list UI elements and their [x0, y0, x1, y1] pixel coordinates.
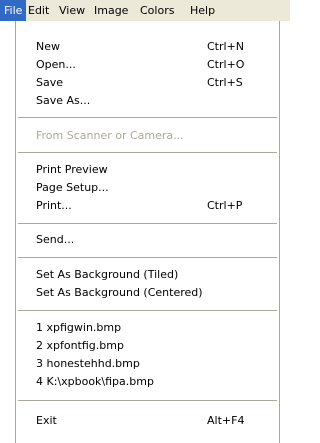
menu-separator [18, 257, 277, 258]
menu-item-label: Exit [36, 414, 57, 427]
menu-colors[interactable]: Colors [136, 0, 178, 21]
menu-item-exit[interactable]: Exit Alt+F4 [16, 412, 279, 430]
menu-separator [18, 152, 277, 153]
menu-separator [18, 400, 277, 401]
menu-item-set-background-centered[interactable]: Set As Background (Centered) [16, 284, 279, 302]
menu-item-label: 2 xpfontfig.bmp [36, 339, 124, 352]
menu-item-shortcut: Ctrl+O [207, 58, 245, 71]
menu-item-label: Send... [36, 233, 75, 246]
menu-item-recent-file-1[interactable]: 1 xpfigwin.bmp [16, 319, 279, 337]
menu-item-save-as[interactable]: Save As... [16, 92, 279, 110]
menu-separator [18, 223, 277, 224]
menu-item-new[interactable]: New Ctrl+N [16, 38, 279, 56]
menu-item-page-setup[interactable]: Page Setup... [16, 179, 279, 197]
menu-item-print[interactable]: Print... Ctrl+P [16, 197, 279, 215]
menu-item-label: 4 K:\xpbook\fipa.bmp [36, 375, 154, 388]
menu-item-shortcut: Ctrl+S [207, 76, 243, 89]
menu-item-label: Save As... [36, 94, 91, 107]
menu-item-shortcut: Alt+F4 [207, 414, 245, 427]
menu-item-label: Print... [36, 199, 72, 212]
menu-item-label: Set As Background (Centered) [36, 286, 203, 299]
menu-item-from-scanner: From Scanner or Camera... [16, 127, 279, 145]
menu-help[interactable]: Help [186, 0, 219, 21]
menu-item-label: 3 honestehhd.bmp [36, 357, 140, 370]
menu-item-label: Open... [36, 58, 76, 71]
menu-item-print-preview[interactable]: Print Preview [16, 161, 279, 179]
menu-item-label: Save [36, 76, 64, 89]
menu-item-label: New [36, 40, 60, 53]
menu-item-save[interactable]: Save Ctrl+S [16, 74, 279, 92]
menu-item-recent-file-2[interactable]: 2 xpfontfig.bmp [16, 337, 279, 355]
menu-item-recent-file-4[interactable]: 4 K:\xpbook\fipa.bmp [16, 373, 279, 391]
menu-separator [18, 117, 277, 118]
menu-item-label: Set As Background (Tiled) [36, 268, 179, 281]
file-menu-dropdown: New Ctrl+N Open... Ctrl+O Save Ctrl+S Sa… [15, 21, 280, 443]
menu-item-open[interactable]: Open... Ctrl+O [16, 56, 279, 74]
menu-item-label: Page Setup... [36, 181, 109, 194]
menu-bar: File Edit View Image Colors Help [0, 0, 290, 21]
menu-view[interactable]: View [55, 0, 89, 21]
menu-item-shortcut: Ctrl+N [207, 40, 245, 53]
menu-item-shortcut: Ctrl+P [207, 199, 243, 212]
menu-item-send[interactable]: Send... [16, 231, 279, 249]
menu-item-recent-file-3[interactable]: 3 honestehhd.bmp [16, 355, 279, 373]
menu-edit[interactable]: Edit [24, 0, 53, 21]
menu-item-label: Print Preview [36, 163, 108, 176]
menu-item-label: From Scanner or Camera... [36, 129, 184, 142]
menu-separator [18, 310, 277, 311]
menu-item-set-background-tiled[interactable]: Set As Background (Tiled) [16, 266, 279, 284]
menu-item-label: 1 xpfigwin.bmp [36, 321, 122, 334]
menu-image[interactable]: Image [90, 0, 132, 21]
menu-file[interactable]: File [0, 0, 27, 21]
